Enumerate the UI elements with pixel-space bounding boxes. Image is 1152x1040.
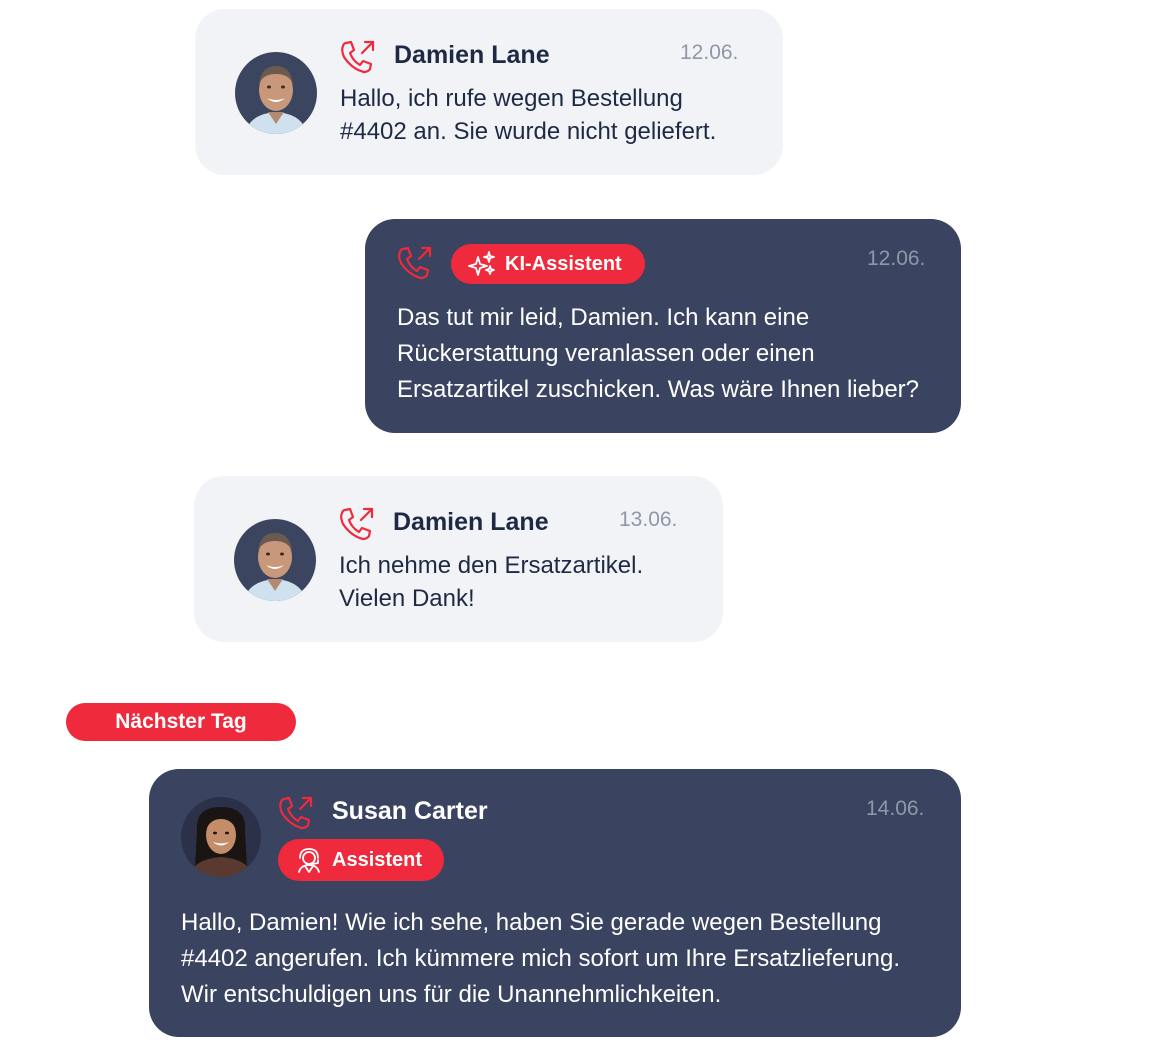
conversation-timeline: Damien Lane 12.06. Hallo, ich rufe wegen… bbox=[0, 0, 1152, 1040]
message-date: 14.06. bbox=[866, 797, 925, 820]
message-date: 12.06. bbox=[867, 247, 926, 270]
message-bubble-customer: Damien Lane 13.06. Ich nehme den Ersatza… bbox=[194, 476, 723, 642]
ai-assistant-badge: KI-Assistent bbox=[451, 244, 645, 284]
message-text: Hallo, Damien! Wie ich sehe, haben Sie g… bbox=[181, 909, 901, 1008]
phone-outgoing-icon bbox=[276, 793, 316, 833]
message-text: Das tut mir leid, Damien. Ich kann eine … bbox=[397, 304, 919, 403]
assistant-badge-label: Assistent bbox=[332, 848, 423, 871]
sparkles-icon bbox=[467, 249, 497, 279]
message-bubble-ai: KI-Assistent 12.06. Das tut mir leid, Da… bbox=[365, 219, 961, 433]
message-text: Ich nehme den Ersatzartikel. Vielen Dank… bbox=[339, 552, 644, 612]
sender-name: Damien Lane bbox=[394, 41, 550, 69]
agent-icon bbox=[294, 845, 324, 875]
phone-outgoing-icon bbox=[337, 504, 377, 544]
ai-assistant-badge-label: KI-Assistent bbox=[505, 252, 622, 275]
sender-name: Susan Carter bbox=[332, 797, 488, 825]
message-text: Hallo, ich rufe wegen Bestellung #4402 a… bbox=[340, 85, 717, 145]
avatar-susan bbox=[181, 797, 261, 877]
message-bubble-agent: Susan Carter Assistent 14.06. Hallo, Dam… bbox=[149, 769, 961, 1037]
message-date: 12.06. bbox=[680, 41, 739, 64]
message-date: 13.06. bbox=[619, 508, 678, 531]
message-bubble-customer: Damien Lane 12.06. Hallo, ich rufe wegen… bbox=[195, 9, 783, 175]
phone-outgoing-icon bbox=[395, 243, 435, 283]
phone-outgoing-icon bbox=[338, 37, 378, 77]
avatar-damien bbox=[235, 52, 317, 134]
day-separator-badge: Nächster Tag bbox=[66, 703, 296, 741]
avatar-damien bbox=[234, 519, 316, 601]
sender-name: Damien Lane bbox=[393, 508, 549, 536]
assistant-badge: Assistent bbox=[278, 839, 444, 881]
